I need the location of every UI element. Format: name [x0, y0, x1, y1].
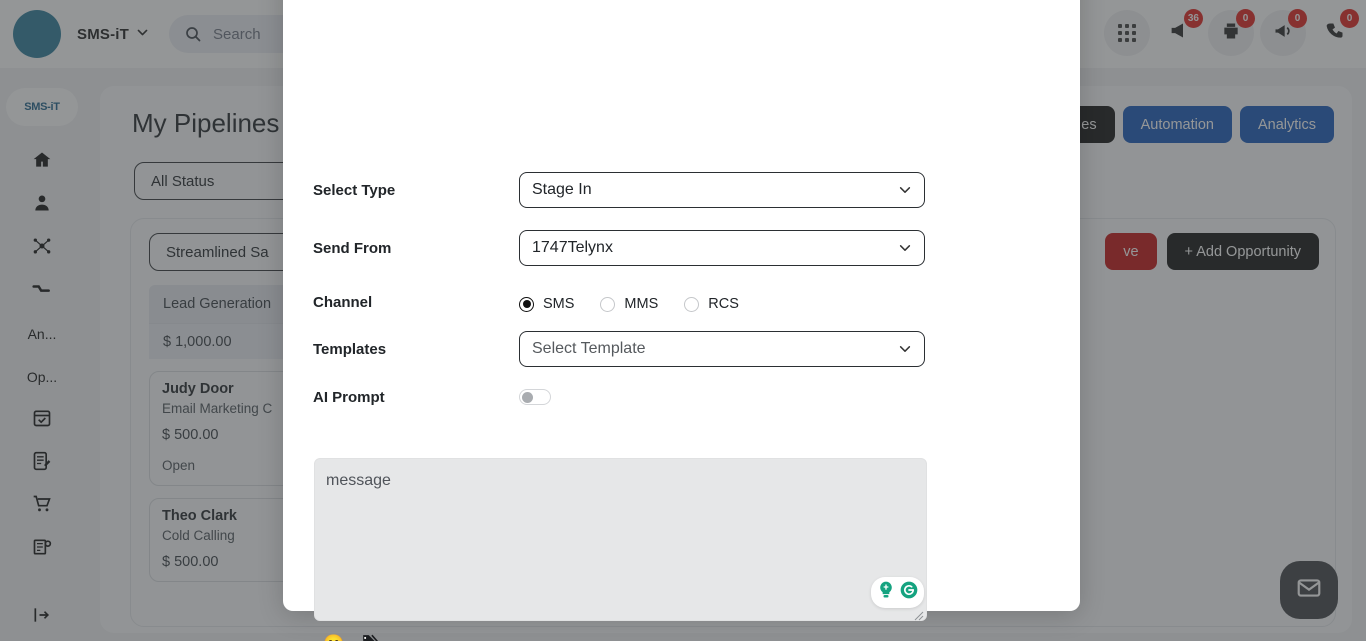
- select-type-dropdown[interactable]: Stage In: [519, 172, 925, 208]
- chevron-down-icon: [898, 241, 912, 255]
- ai-prompt-field: [519, 389, 1050, 405]
- ai-prompt-toggle[interactable]: [519, 389, 551, 405]
- ai-prompt-row: AI Prompt: [313, 389, 1050, 406]
- templates-label: Templates: [313, 341, 387, 358]
- channel-option-label: MMS: [624, 296, 659, 312]
- templates-row: Templates Select Template: [313, 331, 1050, 367]
- modal-body: Select Type Stage In Send From 1747Telyn…: [283, 0, 1080, 641]
- resize-handle[interactable]: [914, 608, 924, 621]
- channel-radio-group: SMS MMS RCS: [519, 290, 1050, 312]
- send-from-label: Send From: [313, 240, 392, 257]
- send-from-row: Send From 1747Telynx: [313, 230, 1050, 266]
- radio-unselected-icon: [600, 296, 616, 312]
- chevron-down-icon: [898, 183, 912, 197]
- message-textarea[interactable]: message: [314, 458, 927, 621]
- channel-field: SMS MMS RCS: [519, 290, 1050, 312]
- channel-radio-rcs[interactable]: RCS: [684, 296, 739, 312]
- send-from-value: 1747Telynx: [532, 239, 613, 256]
- channel-radio-mms[interactable]: MMS: [600, 296, 658, 312]
- ai-prompt-label: AI Prompt: [313, 389, 385, 406]
- select-type-field: Stage In: [519, 172, 1050, 208]
- message-icon-row: 😄: [323, 632, 1050, 641]
- select-type-value: Stage In: [532, 181, 592, 198]
- select-type-label: Select Type: [313, 182, 396, 199]
- tag-icon[interactable]: [360, 632, 379, 641]
- channel-radio-sms[interactable]: SMS: [519, 296, 574, 312]
- toggle-knob: [522, 392, 533, 403]
- templates-field: Select Template: [519, 331, 1050, 367]
- templates-value: Select Template: [532, 340, 646, 357]
- app-root: SMS-iT Search: [0, 0, 1366, 641]
- channel-row: Channel SMS MMS RCS: [313, 290, 1050, 312]
- radio-unselected-icon: [684, 296, 700, 312]
- channel-option-label: RCS: [708, 296, 739, 312]
- send-from-dropdown[interactable]: 1747Telynx: [519, 230, 925, 266]
- send-from-field: 1747Telynx: [519, 230, 1050, 266]
- message-placeholder: message: [326, 472, 391, 489]
- editor-tools: [871, 577, 924, 608]
- grammarly-icon[interactable]: [899, 580, 919, 605]
- lightbulb-icon[interactable]: [876, 580, 896, 605]
- chevron-down-icon: [898, 342, 912, 356]
- templates-dropdown[interactable]: Select Template: [519, 331, 925, 367]
- message-settings-modal: Select Type Stage In Send From 1747Telyn…: [283, 0, 1080, 641]
- channel-label: Channel: [313, 294, 373, 311]
- channel-option-label: SMS: [543, 296, 575, 312]
- emoji-icon[interactable]: 😄: [323, 635, 344, 641]
- radio-selected-icon: [519, 296, 534, 312]
- select-type-row: Select Type Stage In: [313, 172, 1050, 208]
